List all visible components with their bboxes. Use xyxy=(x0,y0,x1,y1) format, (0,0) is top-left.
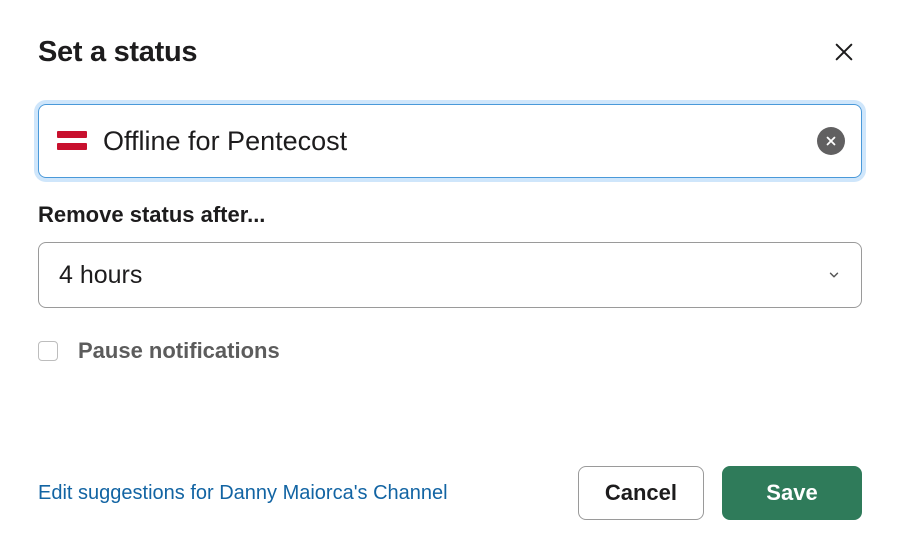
chevron-down-icon xyxy=(827,268,841,282)
duration-select[interactable]: 4 hours xyxy=(38,242,862,308)
dialog-title: Set a status xyxy=(38,36,197,69)
pause-notifications-row: Pause notifications xyxy=(38,338,862,364)
close-icon xyxy=(833,41,855,63)
flag-denmark-icon xyxy=(57,131,87,151)
cancel-button[interactable]: Cancel xyxy=(578,466,704,520)
footer-button-group: Cancel Save xyxy=(578,466,862,520)
dialog-header: Set a status xyxy=(38,34,862,70)
duration-label: Remove status after... xyxy=(38,202,862,228)
save-button[interactable]: Save xyxy=(722,466,862,520)
dialog-footer: Edit suggestions for Danny Maiorca's Cha… xyxy=(38,466,862,520)
status-input-container xyxy=(38,104,862,178)
close-button[interactable] xyxy=(826,34,862,70)
edit-suggestions-link[interactable]: Edit suggestions for Danny Maiorca's Cha… xyxy=(38,482,448,505)
status-emoji-picker[interactable] xyxy=(55,129,89,153)
clear-icon xyxy=(825,135,837,147)
status-text-input[interactable] xyxy=(103,105,817,177)
duration-selected-value: 4 hours xyxy=(59,261,142,290)
pause-notifications-checkbox[interactable] xyxy=(38,341,58,361)
pause-notifications-label: Pause notifications xyxy=(78,338,280,364)
clear-status-button[interactable] xyxy=(817,127,845,155)
